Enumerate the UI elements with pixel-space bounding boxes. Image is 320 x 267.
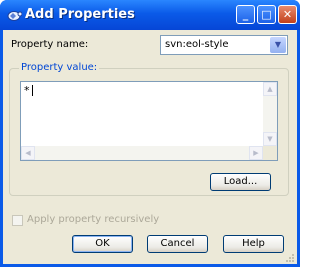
chevron-down-icon: ▼ — [274, 40, 282, 49]
apply-recursive-label: Apply property recursively — [27, 214, 160, 225]
close-icon: ✕ — [282, 8, 293, 21]
arrow-left-icon: ◀ — [25, 149, 31, 157]
property-name-combobox[interactable]: svn:eol-style ▼ — [160, 35, 288, 55]
horizontal-scrollbar[interactable]: ◀ ▶ — [21, 146, 263, 160]
scroll-right-button[interactable]: ▶ — [249, 146, 263, 160]
minimize-icon: _ — [242, 8, 249, 21]
help-button[interactable]: Help — [223, 235, 284, 253]
property-name-value: svn:eol-style — [165, 39, 229, 50]
property-value-group: Property value: * ▲ ▼ ◀ ▶ Load... — [9, 62, 289, 196]
dialog-body: Property name: svn:eol-style ▼ Property … — [3, 30, 297, 264]
property-value-textarea[interactable]: * ▲ ▼ ◀ ▶ — [20, 81, 278, 161]
dialog-window: Add Properties _ □ ✕ Property name: svn:… — [0, 0, 300, 267]
arrow-right-icon: ▶ — [253, 149, 259, 157]
load-button[interactable]: Load... — [210, 173, 271, 191]
property-name-label: Property name: — [11, 39, 89, 50]
close-button[interactable]: ✕ — [278, 5, 297, 24]
scroll-down-button[interactable]: ▼ — [263, 132, 277, 146]
property-value-legend: Property value: — [19, 62, 100, 73]
resize-grip-icon[interactable] — [284, 252, 295, 263]
vertical-scrollbar[interactable]: ▲ ▼ — [263, 82, 277, 146]
apply-recursive-checkbox[interactable] — [12, 215, 23, 226]
scrollbar-corner — [263, 146, 277, 160]
scroll-up-button[interactable]: ▲ — [263, 82, 277, 96]
combo-dropdown-button[interactable]: ▼ — [270, 37, 286, 53]
scroll-left-button[interactable]: ◀ — [21, 146, 35, 160]
dialog-title: Add Properties — [25, 7, 135, 22]
arrow-down-icon: ▼ — [267, 135, 273, 143]
arrow-up-icon: ▲ — [267, 85, 273, 93]
tortoise-icon — [7, 11, 22, 21]
cancel-button[interactable]: Cancel — [147, 235, 208, 253]
maximize-button[interactable]: □ — [257, 5, 276, 24]
maximize-icon: □ — [261, 8, 272, 21]
ok-button[interactable]: OK — [72, 235, 133, 253]
title-bar[interactable]: Add Properties _ □ ✕ — [0, 0, 300, 30]
property-value-text: * — [24, 84, 30, 97]
minimize-button[interactable]: _ — [236, 5, 255, 24]
text-caret — [32, 85, 33, 96]
